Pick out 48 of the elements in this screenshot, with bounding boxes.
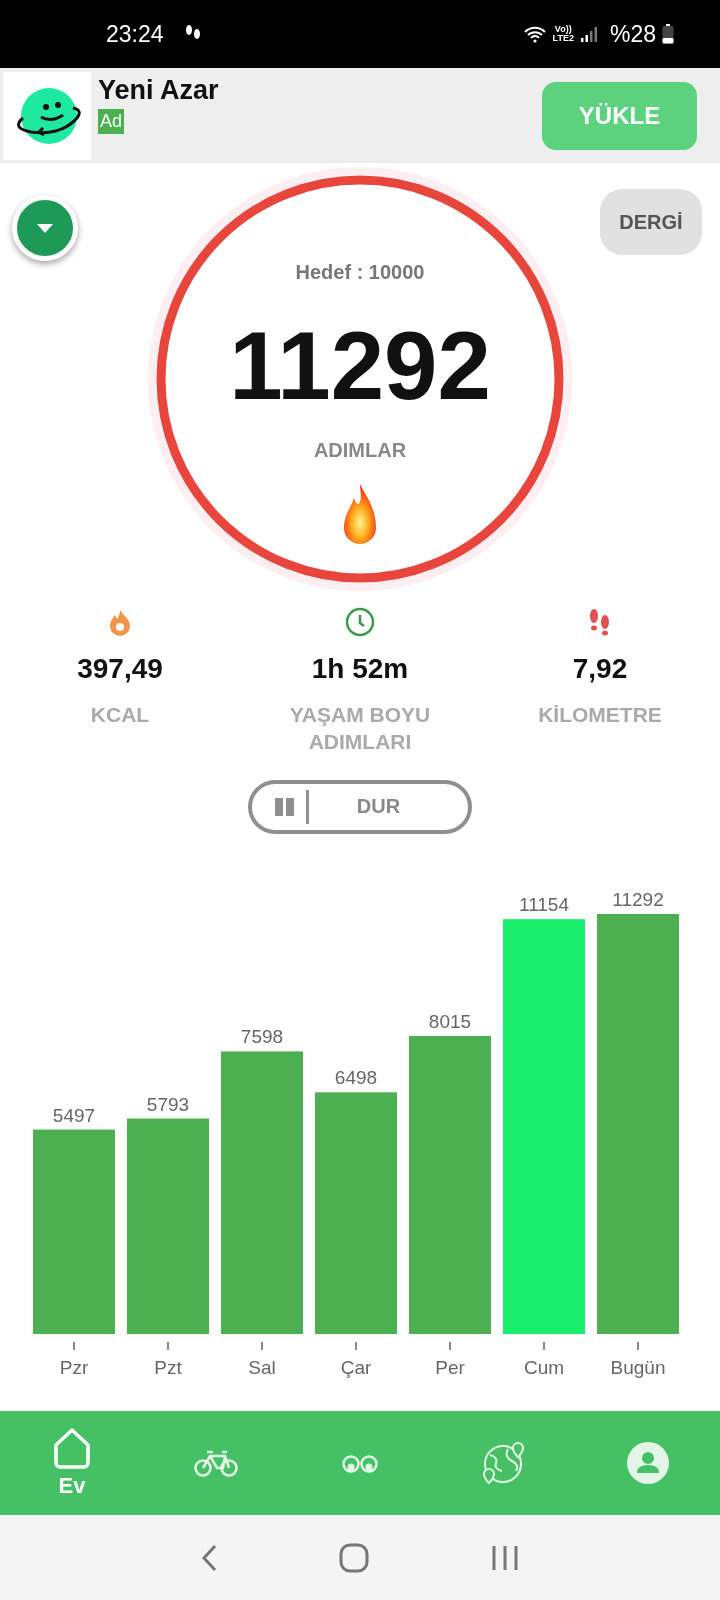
home-icon (52, 1427, 92, 1469)
bar-value: 11292 (612, 888, 664, 910)
footprints-icon (588, 607, 612, 637)
day-label: Sal (248, 1356, 276, 1378)
bar-value: 6498 (334, 1066, 378, 1088)
bar-value: 5497 (52, 1104, 96, 1126)
day-label: Pzt (154, 1356, 182, 1378)
ad-title: Yeni Azar (98, 75, 219, 106)
bar-value: 7598 (240, 1026, 284, 1047)
stat-label: YAŞAM BOYU ADIMLARI (288, 702, 432, 756)
pause-icon (274, 795, 296, 818)
steps-label: ADIMLAR (313, 438, 407, 462)
battery-icon (662, 24, 674, 44)
day-label: Pzr (59, 1356, 89, 1378)
clock-icon (345, 607, 375, 637)
recent-apps-icon[interactable] (491, 1543, 519, 1572)
goal-label: Hedef : 10000 (295, 261, 425, 284)
day-label: Çar (340, 1356, 372, 1378)
network-type: Vo)) LTE2 (552, 25, 574, 43)
profile-icon (627, 1442, 669, 1484)
day-label: Per (435, 1356, 465, 1378)
battery-percent: %28 (609, 20, 656, 48)
bicycle-icon (194, 1448, 238, 1478)
bar-value: 5793 (146, 1093, 190, 1115)
stat-label: KİLOMETRE (537, 702, 663, 728)
stat-value: 397,49 (77, 653, 163, 685)
journal-button[interactable]: DERGİ (600, 189, 702, 255)
day-label: Bugün (610, 1356, 666, 1378)
day-label: Cum (523, 1356, 565, 1378)
caret-icon (35, 222, 55, 234)
binoculars-icon (342, 1452, 378, 1474)
install-button[interactable]: YÜKLE (542, 81, 697, 150)
pause-button[interactable]: DUR (248, 779, 472, 834)
signal-icon (579, 25, 598, 43)
bar-value: 8015 (428, 1010, 472, 1032)
bar-value: 11154 (519, 893, 569, 915)
nav-tab[interactable]: Ev (17, 1427, 127, 1499)
ad-label: Ad (98, 109, 125, 134)
stat-value: 7,92 (572, 653, 628, 685)
step-count: 11292 (229, 316, 491, 417)
globe-icon (482, 1441, 526, 1485)
back-icon[interactable] (201, 1543, 217, 1572)
app-logo-icon (3, 71, 91, 160)
stat-value: 1h 52m (311, 653, 409, 685)
stat-label: KCAL (89, 702, 151, 728)
wifi-icon (522, 24, 547, 44)
clock-time: 23:24 (106, 20, 164, 48)
home-button-icon[interactable] (339, 1542, 369, 1573)
